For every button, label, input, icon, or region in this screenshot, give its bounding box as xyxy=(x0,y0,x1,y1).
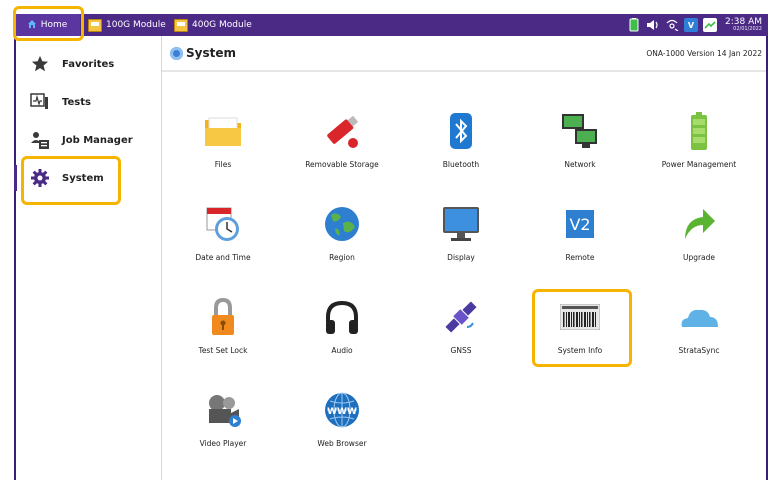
app-label: GNSS xyxy=(450,346,472,355)
headphones-icon xyxy=(320,295,364,339)
clock: 2:38 AM 02/01/2022 xyxy=(725,18,762,32)
home-icon xyxy=(27,19,37,32)
app-system-info[interactable]: System Info xyxy=(521,295,639,365)
tab-100g-module[interactable]: 100G Module xyxy=(88,14,166,36)
calendar-clock-icon xyxy=(201,202,245,246)
satellite-icon xyxy=(439,295,483,339)
top-bar: Home 100G Module 400G Module V 2:38 AM 0… xyxy=(14,14,768,36)
battery-icon[interactable] xyxy=(627,18,641,32)
cloud-icon xyxy=(677,295,721,339)
usb-drive-icon xyxy=(320,109,364,153)
sidebar: Favorites Tests Job Manager System xyxy=(14,36,162,480)
tests-icon xyxy=(30,92,50,112)
app-label: Audio xyxy=(331,346,353,355)
tab-home[interactable]: Home xyxy=(14,14,80,36)
app-region[interactable]: Region xyxy=(283,202,401,272)
lock-icon xyxy=(201,295,245,339)
app-stratasync[interactable]: StrataSync xyxy=(640,295,758,365)
speaker-icon[interactable] xyxy=(646,18,660,32)
video-player-icon xyxy=(201,388,245,432)
sidebar-item-favorites[interactable]: Favorites xyxy=(16,49,161,79)
page-title: System xyxy=(170,46,236,60)
app-gnss[interactable]: GNSS xyxy=(402,295,520,365)
globe-icon xyxy=(320,202,364,246)
web-globe-icon: WWW xyxy=(320,388,364,432)
app-test-set-lock[interactable]: Test Set Lock xyxy=(164,295,282,365)
app-removable-storage[interactable]: Removable Storage xyxy=(283,109,401,179)
upgrade-arrow-icon xyxy=(677,202,721,246)
monitor-icon xyxy=(439,202,483,246)
tab-label: Home xyxy=(40,20,68,30)
sidebar-item-label: Favorites xyxy=(62,58,115,70)
system-gear-icon xyxy=(170,46,183,60)
app-label: StrataSync xyxy=(678,346,720,355)
sidebar-item-label: Job Manager xyxy=(62,134,133,146)
app-label: Removable Storage xyxy=(305,160,379,169)
app-label: System Info xyxy=(557,346,603,355)
app-upgrade[interactable]: Upgrade xyxy=(640,202,758,272)
app-label: Region xyxy=(329,253,355,262)
vnc-icon[interactable]: V xyxy=(684,18,698,32)
sidebar-item-tests[interactable]: Tests xyxy=(16,87,161,117)
app-label: Test Set Lock xyxy=(198,346,248,355)
barcode-icon xyxy=(558,295,602,339)
app-remote[interactable]: V2 Remote xyxy=(521,202,639,272)
tab-400g-module[interactable]: 400G Module xyxy=(174,14,252,36)
app-label: Upgrade xyxy=(682,253,716,262)
vnc-icon: V2 xyxy=(558,202,602,246)
network-icon[interactable] xyxy=(703,18,717,32)
network-computers-icon xyxy=(558,109,602,153)
sidebar-item-label: System xyxy=(62,172,104,184)
main-content: System ONA-1000 Version 14 Jan 2022 File… xyxy=(162,36,766,480)
sidebar-item-job-manager[interactable]: Job Manager xyxy=(16,125,161,155)
app-audio[interactable]: Audio xyxy=(283,295,401,365)
gear-icon xyxy=(30,168,50,188)
bluetooth-icon xyxy=(439,109,483,153)
sidebar-item-system[interactable]: System xyxy=(14,163,161,193)
status-area: V 2:38 AM 02/01/2022 xyxy=(627,14,762,36)
folder-icon xyxy=(201,109,245,153)
job-manager-icon xyxy=(30,130,50,150)
app-label: Date and Time xyxy=(195,253,251,262)
module-icon xyxy=(174,18,188,32)
signal-icon[interactable] xyxy=(665,18,679,32)
clock-date: 02/01/2022 xyxy=(733,26,762,32)
app-web-browser[interactable]: WWW Web Browser xyxy=(283,388,401,458)
tab-label: 400G Module xyxy=(192,20,252,30)
module-icon xyxy=(88,18,102,32)
app-label: Files xyxy=(214,160,232,169)
app-date-and-time[interactable]: Date and Time xyxy=(164,202,282,272)
app-label: Web Browser xyxy=(317,439,367,448)
app-label: Video Player xyxy=(199,439,247,448)
app-label: Bluetooth xyxy=(442,160,480,169)
sidebar-item-label: Tests xyxy=(62,96,91,108)
app-power-management[interactable]: Power Management xyxy=(640,109,758,179)
battery-icon xyxy=(677,109,721,153)
app-video-player[interactable]: Video Player xyxy=(164,388,282,458)
app-files[interactable]: Files xyxy=(164,109,282,179)
version-text: ONA-1000 Version 14 Jan 2022 xyxy=(646,48,762,58)
page-title-text: System xyxy=(186,46,236,60)
app-label: Network xyxy=(564,160,596,169)
app-display[interactable]: Display xyxy=(402,202,520,272)
app-label: Power Management xyxy=(661,160,737,169)
app-label: Remote xyxy=(565,253,595,262)
content-header: System ONA-1000 Version 14 Jan 2022 xyxy=(162,36,766,72)
app-label: Display xyxy=(447,253,475,262)
star-icon xyxy=(30,54,50,74)
tab-label: 100G Module xyxy=(106,20,166,30)
svg-text:V2: V2 xyxy=(569,215,590,234)
app-bluetooth[interactable]: Bluetooth xyxy=(402,109,520,179)
app-network[interactable]: Network xyxy=(521,109,639,179)
svg-text:WWW: WWW xyxy=(327,407,357,417)
